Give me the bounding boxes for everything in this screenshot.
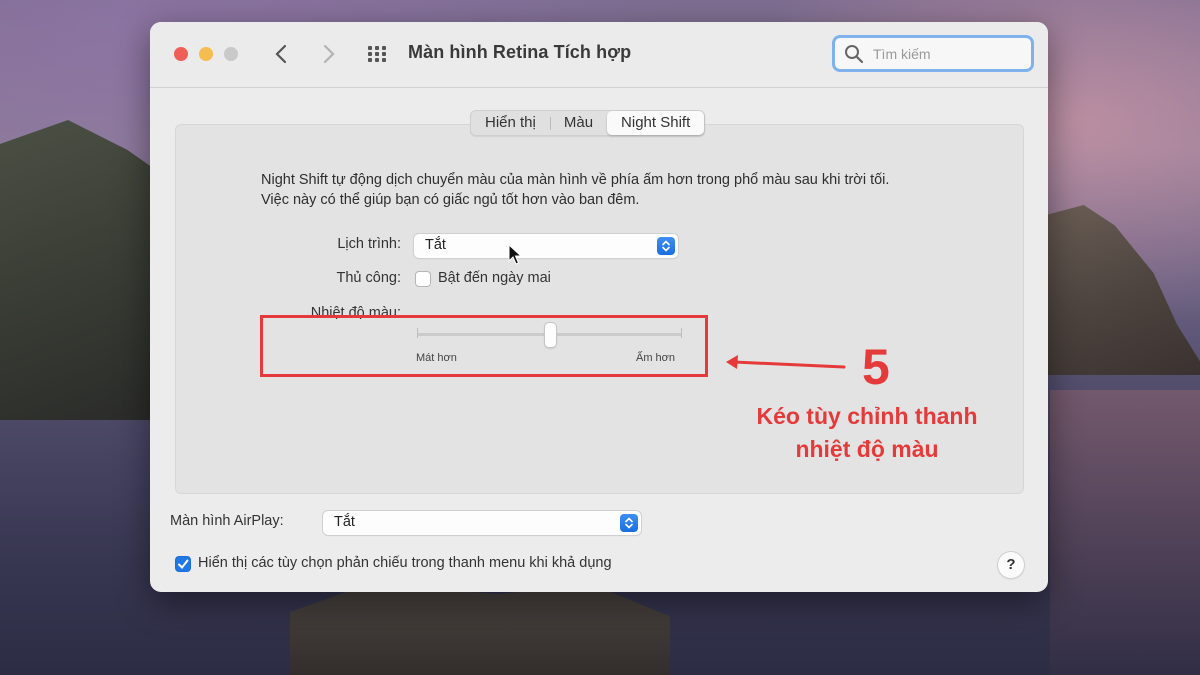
step-number: 5: [862, 339, 890, 395]
checkmark-icon: [178, 559, 189, 570]
tab-night-shift[interactable]: Night Shift: [607, 111, 705, 135]
select-stepper-icon: [657, 237, 675, 255]
mirroring-checkbox[interactable]: [175, 556, 191, 572]
help-button[interactable]: ?: [998, 552, 1024, 578]
step-instruction-line2: nhiệt độ màu: [795, 436, 939, 462]
search-placeholder: Tìm kiếm: [873, 46, 931, 62]
titlebar: Màn hình Retina Tích hợp Tìm kiếm: [150, 22, 1048, 88]
mouse-pointer-icon: [508, 244, 522, 265]
step-instruction-line1: Kéo tùy chỉnh thanh: [756, 403, 978, 429]
minimize-button[interactable]: [199, 47, 213, 61]
chevron-right-icon: [323, 44, 335, 64]
night-shift-description: Night Shift tự động dịch chuyển màu của …: [261, 172, 890, 208]
window-title: Màn hình Retina Tích hợp: [408, 42, 632, 62]
chevron-left-icon: [275, 44, 287, 64]
tab-display[interactable]: Hiển thị: [471, 111, 550, 135]
mirroring-checkbox-label: Hiển thị các tùy chọn phản chiếu trong t…: [198, 555, 612, 571]
wallpaper-rock-left: [0, 120, 170, 420]
search-icon: [845, 45, 864, 64]
manual-label: Thủ công:: [336, 270, 402, 286]
schedule-value: Tắt: [425, 237, 446, 253]
manual-checkbox[interactable]: [415, 271, 431, 287]
zoom-button[interactable]: [224, 47, 238, 61]
schedule-select[interactable]: Tắt: [414, 234, 678, 258]
wallpaper-rock-bottom: [290, 585, 670, 675]
select-stepper-icon: [620, 514, 638, 532]
close-button[interactable]: [174, 47, 188, 61]
schedule-label: Lịch trình:: [337, 236, 401, 252]
manual-checkbox-label: Bật đến ngày mai: [438, 270, 551, 286]
airplay-select[interactable]: Tắt: [323, 511, 641, 535]
wallpaper-water: [1050, 390, 1200, 675]
annotation-arrow-icon: [726, 355, 846, 369]
airplay-value: Tắt: [334, 514, 355, 530]
search-field[interactable]: Tìm kiếm: [832, 35, 1034, 72]
step-instruction: Kéo tùy chỉnh thanh nhiệt độ màu: [722, 400, 1012, 466]
wallpaper-rock-right: [1045, 205, 1200, 375]
highlight-rectangle: [260, 315, 708, 377]
preferences-window: Màn hình Retina Tích hợp Tìm kiếm Hiển t…: [150, 22, 1048, 592]
airplay-label: Màn hình AirPlay:: [170, 513, 284, 529]
show-all-grid-icon[interactable]: [368, 46, 390, 62]
forward-button[interactable]: [316, 42, 340, 66]
back-button[interactable]: [270, 42, 294, 66]
tab-color[interactable]: Màu: [549, 111, 607, 135]
tab-bar: Hiển thị Màu Night Shift: [470, 110, 706, 136]
